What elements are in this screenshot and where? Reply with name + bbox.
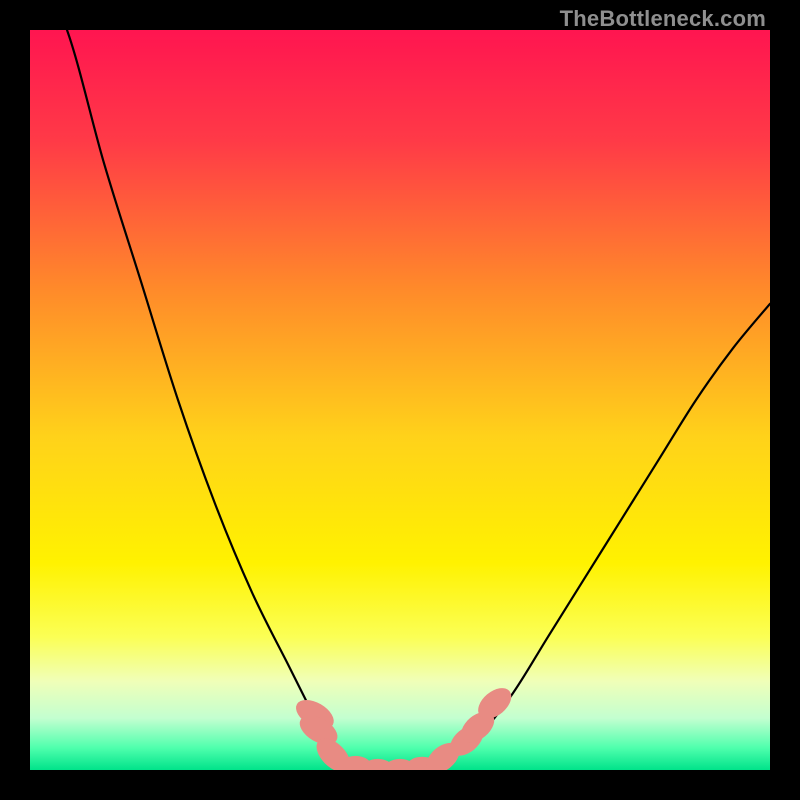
- watermark-text: TheBottleneck.com: [560, 6, 766, 32]
- chart-frame: TheBottleneck.com: [0, 0, 800, 800]
- plot-area: [30, 30, 770, 770]
- bottleneck-curve: [30, 30, 770, 770]
